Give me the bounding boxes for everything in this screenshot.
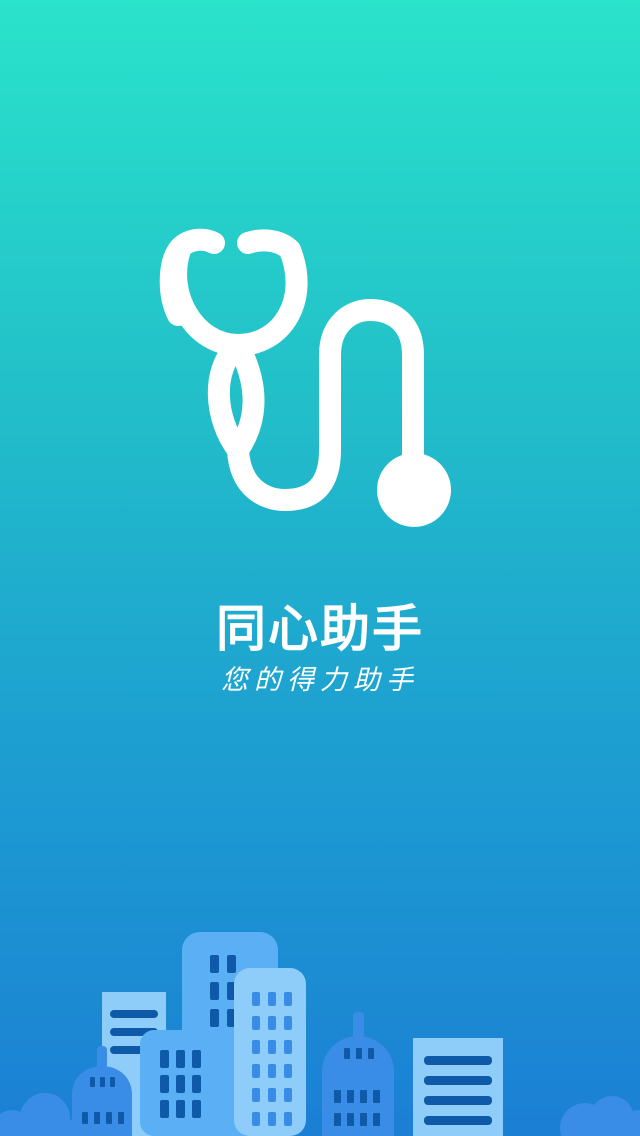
stethoscope-icon — [159, 228, 451, 527]
city-skyline-illustration — [0, 932, 640, 1136]
splash-screen: 同心助手 您的得力助手 — [0, 0, 640, 1136]
app-title: 同心助手 — [216, 600, 424, 658]
app-tagline: 您的得力助手 — [221, 665, 419, 696]
